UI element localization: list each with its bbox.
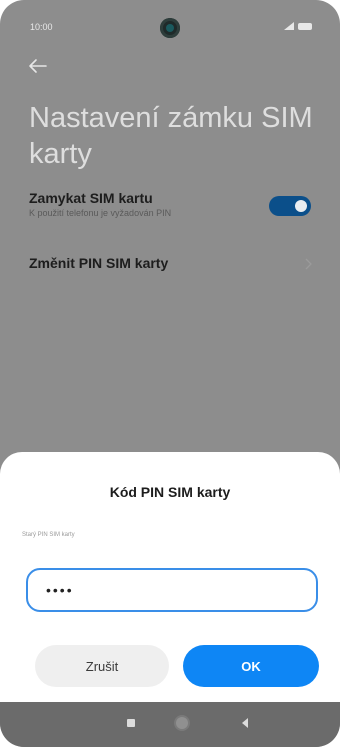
cancel-button[interactable]: Zrušit bbox=[35, 645, 169, 687]
phone-screen: 10:00 Nastavení zámku SIM karty Zamykat … bbox=[0, 0, 340, 747]
nav-recent-icon[interactable] bbox=[127, 719, 135, 727]
status-icons bbox=[284, 22, 312, 30]
navigation-bar bbox=[0, 702, 340, 747]
signal-icon bbox=[284, 22, 294, 30]
change-pin-setting[interactable]: Změnit PIN SIM karty bbox=[29, 255, 319, 285]
lock-sim-setting[interactable]: Zamykat SIM kartu K použití telefonu je … bbox=[29, 190, 319, 234]
dialog-title: Kód PIN SIM karty bbox=[109, 484, 231, 500]
pin-field-label: Starý PIN SIM karty bbox=[22, 532, 75, 538]
back-arrow-icon[interactable] bbox=[26, 56, 48, 76]
status-bar: 10:00 bbox=[0, 0, 340, 40]
page-title: Nastavení zámku SIM karty bbox=[29, 102, 313, 170]
chevron-right-icon bbox=[305, 258, 312, 270]
lock-sim-toggle[interactable] bbox=[269, 196, 311, 216]
change-pin-title: Změnit PIN SIM karty bbox=[29, 255, 169, 271]
ok-button[interactable]: OK bbox=[183, 645, 319, 687]
pin-input[interactable] bbox=[26, 568, 318, 612]
nav-back-icon[interactable] bbox=[240, 717, 250, 729]
nav-home-icon[interactable] bbox=[176, 717, 188, 729]
front-camera bbox=[160, 18, 180, 38]
status-time: 10:00 bbox=[30, 22, 53, 32]
pin-dialog: Kód PIN SIM karty Starý PIN SIM karty Zr… bbox=[0, 452, 340, 702]
toggle-knob bbox=[295, 200, 307, 212]
battery-icon bbox=[298, 22, 312, 30]
